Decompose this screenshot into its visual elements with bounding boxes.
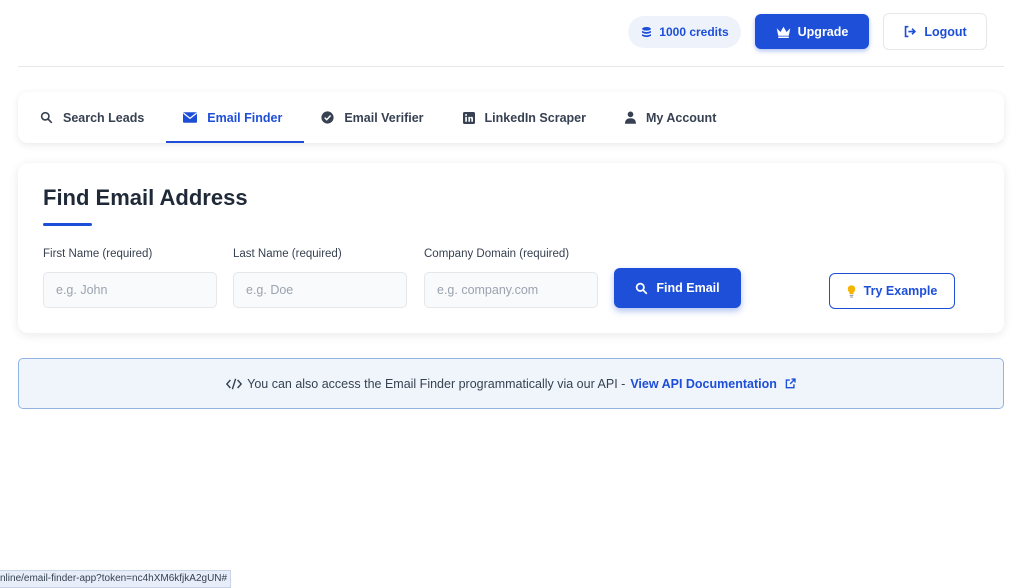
tab-email-verifier[interactable]: Email Verifier (304, 92, 445, 143)
main-tabs: Search Leads Email Finder Email Verifier… (18, 92, 1004, 143)
first-name-label: First Name (required) (43, 248, 153, 260)
envelope-icon (183, 112, 198, 123)
company-domain-label: Company Domain (required) (424, 248, 570, 260)
upgrade-button[interactable]: Upgrade (755, 14, 869, 49)
api-docs-link[interactable]: View API Documentation (630, 377, 777, 391)
api-info-banner: You can also access the Email Finder pro… (18, 358, 1004, 409)
tab-label: LinkedIn Scraper (484, 110, 586, 125)
tab-search-leads[interactable]: Search Leads (23, 92, 166, 143)
tab-linkedin-scraper[interactable]: LinkedIn Scraper (446, 92, 608, 143)
title-underline (43, 223, 92, 226)
tab-my-account[interactable]: My Account (608, 92, 738, 143)
crown-icon (776, 26, 790, 38)
tab-label: Email Finder (207, 110, 283, 125)
find-email-button[interactable]: Find Email (614, 268, 741, 308)
first-name-input[interactable] (43, 272, 217, 308)
find-email-label: Find Email (656, 281, 720, 295)
search-icon (636, 282, 648, 294)
tab-label: Email Verifier (344, 110, 424, 125)
try-example-label: Try Example (863, 284, 938, 298)
tab-email-finder[interactable]: Email Finder (166, 92, 305, 143)
status-bar-url: nline/email-finder-app?token=nc4hXM6kfjk… (0, 570, 231, 588)
logout-label: Logout (924, 24, 967, 39)
try-example-button[interactable]: Try Example (829, 273, 955, 309)
page-title: Find Email Address (43, 185, 248, 210)
credits-badge[interactable]: 1000 credits (628, 16, 741, 48)
external-link-icon[interactable] (785, 378, 796, 389)
coins-icon (642, 26, 652, 37)
last-name-input[interactable] (233, 272, 407, 308)
code-icon (226, 378, 243, 389)
credits-label: 1000 credits (659, 25, 729, 39)
linkedin-icon (462, 111, 475, 124)
user-icon (624, 111, 636, 124)
search-icon (40, 111, 53, 124)
email-finder-card: Find Email Address First Name (required)… (18, 163, 1004, 333)
tab-label: My Account (645, 110, 717, 125)
logout-icon (905, 25, 917, 38)
check-circle-icon (321, 111, 334, 124)
company-domain-input[interactable] (424, 272, 598, 308)
upgrade-label: Upgrade (797, 24, 849, 39)
lightbulb-icon (847, 284, 855, 298)
last-name-label: Last Name (required) (233, 248, 342, 260)
tab-label: Search Leads (63, 110, 145, 125)
api-banner-text: You can also access the Email Finder pro… (247, 376, 626, 391)
logout-button[interactable]: Logout (883, 13, 987, 50)
